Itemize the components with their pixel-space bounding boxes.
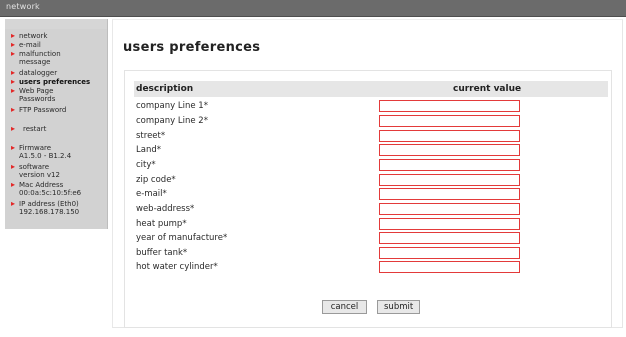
bullet-icon: ▸ (11, 105, 16, 114)
web-address-input[interactable] (379, 203, 520, 215)
field-label-company-line-1: company Line 1* (136, 101, 208, 111)
cancel-button[interactable]: cancel (322, 300, 367, 314)
land-input[interactable] (379, 144, 520, 156)
field-label-land: Land* (136, 145, 161, 155)
field-label-buffer-tank: buffer tank* (136, 248, 188, 258)
zip-code-input[interactable] (379, 174, 520, 186)
field-label-city: city* (136, 160, 156, 170)
sidebar-info-mac-address: ▸ Mac Address 00:0a:5c:10:5f:e6 (11, 180, 105, 198)
sidebar-item-label: FTP Password (19, 106, 67, 114)
sidebar-info-software: ▸ software version v12 (11, 162, 105, 180)
bullet-icon: ▸ (11, 143, 16, 152)
bullet-icon: ▸ (11, 77, 16, 86)
bullet-icon: ▸ (11, 49, 16, 58)
column-header-current-value: current value (453, 84, 522, 94)
bullet-icon: ▸ (11, 68, 16, 77)
column-header-description: description (136, 84, 194, 94)
sidebar-item-ftp-password[interactable]: ▸ FTP Password (11, 105, 105, 115)
field-label-hot-water-cylinder: hot water cylinder* (136, 262, 218, 272)
sidebar-item-label: malfunction message (19, 50, 61, 66)
field-label-web-address: web-address* (136, 204, 195, 214)
year-of-manufacture-input[interactable] (379, 232, 520, 244)
bullet-icon: ▸ (11, 180, 16, 189)
bullet-icon: ▸ (11, 162, 16, 171)
street-input[interactable] (379, 130, 520, 142)
buffer-tank-input[interactable] (379, 247, 520, 259)
sidebar-info-firmware: ▸ Firmware A1.5.0 - B1.2.4 (11, 143, 105, 161)
email-input[interactable] (379, 188, 520, 200)
sidebar-item-malfunction-message[interactable]: ▸ malfunction message (11, 49, 105, 67)
sidebar-item-label: Web Page Passwords (19, 87, 56, 103)
sidebar-item-label: users preferences (19, 78, 91, 86)
submit-button[interactable]: submit (377, 300, 420, 314)
heat-pump-input[interactable] (379, 218, 520, 230)
table-header (134, 81, 608, 97)
field-label-email: e-mail* (136, 189, 167, 199)
company-line-1-input[interactable] (379, 100, 520, 112)
sidebar-item-users-preferences[interactable]: ▸ users preferences (11, 77, 105, 87)
sidebar-item-web-page-passwords[interactable]: ▸ Web Page Passwords (11, 86, 105, 104)
bullet-icon: ▸ (11, 31, 16, 40)
field-label-heat-pump: heat pump* (136, 219, 187, 229)
page-title: users preferences (123, 40, 261, 55)
field-label-company-line-2: company Line 2* (136, 116, 208, 126)
sidebar-item-network[interactable]: ▸ network (11, 31, 105, 41)
sidebar-item-restart[interactable]: ▸ restart (11, 124, 105, 134)
bullet-icon: ▸ (11, 40, 16, 49)
field-label-year-of-manufacture: year of manufacture* (136, 233, 228, 243)
top-bar-title: network (6, 2, 40, 11)
sidebar-item-label: restart (23, 125, 47, 133)
sidebar-info-label: IP address (Eth0) 192.168.178.150 (19, 200, 80, 216)
field-label-street: street* (136, 131, 166, 141)
sidebar: ▸ network ▸ e-mail ▸ malfunction message… (5, 19, 108, 229)
sidebar-item-label: e-mail (19, 41, 41, 49)
sidebar-header (5, 19, 107, 29)
sidebar-item-label: network (19, 32, 48, 40)
company-line-2-input[interactable] (379, 115, 520, 127)
sidebar-info-label: Firmware A1.5.0 - B1.2.4 (19, 144, 72, 160)
sidebar-info-label: Mac Address 00:0a:5c:10:5f:e6 (19, 181, 82, 197)
sidebar-item-datalogger[interactable]: ▸ datalogger (11, 68, 105, 78)
bullet-icon: ▸ (11, 124, 16, 133)
sidebar-item-email[interactable]: ▸ e-mail (11, 40, 105, 50)
bullet-icon: ▸ (11, 199, 16, 208)
city-input[interactable] (379, 159, 520, 171)
hot-water-cylinder-input[interactable] (379, 261, 520, 273)
sidebar-info-ip-address: ▸ IP address (Eth0) 192.168.178.150 (11, 199, 105, 217)
bullet-icon: ▸ (11, 86, 16, 95)
field-label-zip-code: zip code* (136, 175, 176, 185)
sidebar-item-label: datalogger (19, 69, 58, 77)
top-bar: network (0, 0, 626, 17)
sidebar-info-label: software version v12 (19, 163, 60, 179)
